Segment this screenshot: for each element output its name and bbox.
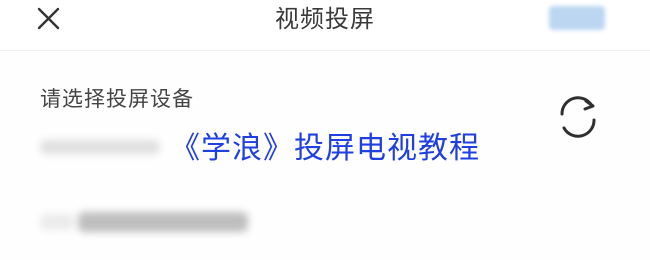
cast-screen-page: 视频投屏 请选择投屏设备 《学浪》投屏电视教程 [0,0,650,260]
section-label: 请选择投屏设备 [40,87,194,111]
device-icon-blur [40,214,74,230]
overlay-caption: 《学浪》投屏电视教程 [170,131,480,166]
header-bar: 视频投屏 [0,0,650,51]
confirm-button[interactable] [549,6,605,30]
device-name-blur [78,212,248,232]
